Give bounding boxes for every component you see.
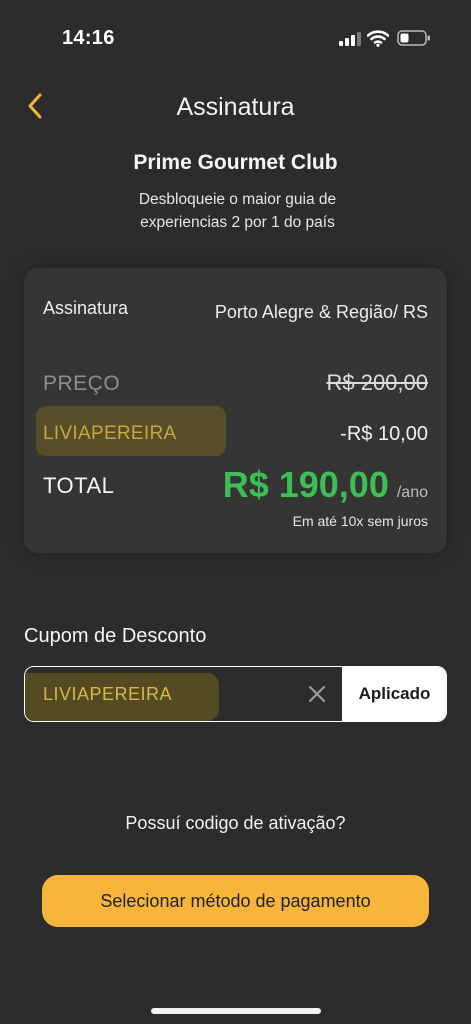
coupon-section-title: Cupom de Desconto [24, 625, 207, 647]
status-time: 14:16 [62, 27, 115, 49]
coupon-input-area [25, 667, 342, 721]
battery-icon [397, 30, 430, 46]
coupon-field-group: Aplicado [24, 666, 447, 722]
club-description: Desbloqueie o maior guia de experiencias… [138, 191, 337, 231]
total-label: TOTAL [43, 473, 115, 498]
total-period: /ano [396, 484, 428, 501]
installments-note: Em até 10x sem juros [292, 513, 428, 529]
clear-icon[interactable] [306, 683, 328, 705]
price-label: PREÇO [43, 372, 121, 395]
signal-icon [339, 32, 361, 46]
activation-code-link[interactable]: Possuí codigo de ativação? [0, 813, 471, 834]
original-price: R$ 200,00 [326, 370, 428, 395]
coupon-applied-button[interactable]: Aplicado [342, 667, 446, 721]
total-value: R$ 190,00 [222, 464, 389, 505]
coupon-input[interactable] [25, 667, 342, 721]
page-title: Assinatura [176, 93, 295, 121]
wifi-icon [367, 30, 389, 47]
subscription-region: Porto Alegre & Região/ RS [214, 302, 428, 322]
screen: 14:16 Assinatura Prime Gourmet Club Desb… [0, 0, 471, 1024]
subscription-summary-card: Assinatura Porto Alegre & Região/ RS PRE… [24, 268, 447, 553]
home-indicator [151, 1008, 321, 1014]
discount-value: -R$ 10,00 [340, 423, 428, 445]
club-name: Prime Gourmet Club [133, 151, 338, 174]
status-bar: 14:16 [0, 0, 471, 70]
applied-coupon-label: LIVIAPEREIRA [43, 423, 177, 444]
select-payment-method-button[interactable]: Selecionar método de pagamento [42, 875, 429, 927]
total-price: R$ 190,00 /ano [223, 464, 428, 506]
subscription-label: Assinatura [43, 298, 129, 318]
